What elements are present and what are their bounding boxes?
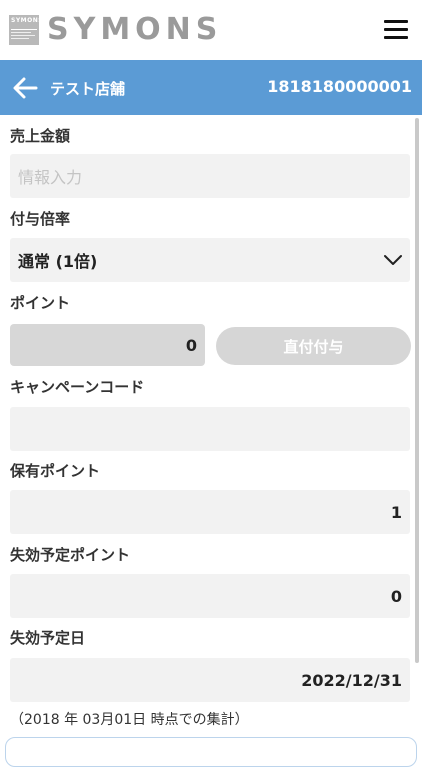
aggregation-note: （2018 年 03月01日 時点での集計） (10, 712, 249, 728)
store-name: テスト店舗 (50, 80, 126, 98)
multiplier-label: 付与倍率 (10, 210, 71, 228)
title-bar: テスト店舗 1818180000001 (0, 60, 422, 115)
sales-amount-placeholder: 情報入力 (18, 168, 83, 187)
held-points-label: 保有ポイント (10, 462, 101, 480)
multiplier-selected: 通常 (1倍) (18, 252, 98, 271)
app-header: SYMONS SYMONS (0, 0, 422, 60)
points-input[interactable]: 0 (10, 324, 205, 366)
expiry-date-label: 失効予定日 (10, 629, 86, 647)
sales-amount-label: 売上金額 (10, 127, 71, 145)
expiring-points-value: 0 (390, 586, 402, 606)
campaign-code-input[interactable] (10, 407, 410, 451)
multiplier-select[interactable]: 通常 (1倍) (10, 238, 410, 282)
brand-logo: SYMONS (47, 12, 223, 47)
arrow-left-icon[interactable] (10, 73, 40, 103)
points-label: ポイント (10, 294, 71, 312)
hamburger-menu-icon[interactable] (384, 20, 408, 40)
direct-grant-button[interactable]: 直付付与 (216, 327, 411, 365)
campaign-code-label: キャンペーンコード (10, 378, 145, 396)
expiry-date-field: 2022/12/31 (10, 658, 410, 702)
logo-mark-text: SYMONS (11, 17, 44, 24)
card-number: 1818180000001 (267, 77, 412, 96)
logo-mark: SYMONS (9, 15, 43, 45)
sales-amount-input[interactable]: 情報入力 (10, 154, 410, 198)
point-form: 売上金額 情報入力 付与倍率 通常 (1倍) ポイント 0 直付付与 キャンペー… (0, 115, 422, 750)
points-value: 0 (185, 335, 197, 355)
chevron-down-icon (384, 255, 402, 265)
held-points-field: 1 (10, 490, 410, 534)
expiring-points-label: 失効予定ポイント (10, 546, 131, 564)
expiring-points-field: 0 (10, 574, 410, 618)
held-points-value: 1 (390, 502, 402, 522)
next-section-box (5, 737, 417, 767)
expiry-date-value: 2022/12/31 (301, 670, 402, 690)
